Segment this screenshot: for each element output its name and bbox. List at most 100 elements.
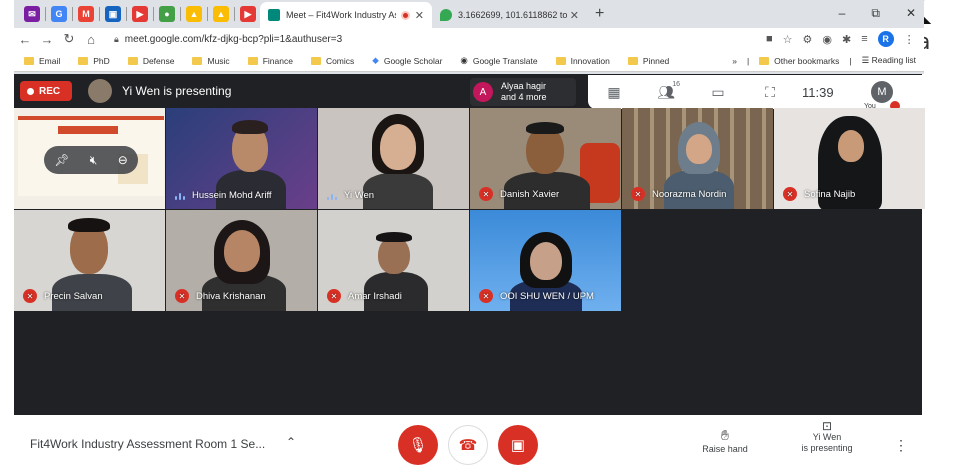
bookmark-defense[interactable]: Defense (127, 55, 175, 66)
mic-off-icon: ✕ (479, 289, 493, 303)
forward-button[interactable]: → (36, 32, 58, 47)
folder-icon (24, 56, 34, 65)
youtube-icon[interactable]: ▶ (132, 6, 148, 22)
meeting-title[interactable]: Fit4Work Industry Assessment Room 1 Se..… (30, 437, 265, 451)
extension-icon[interactable]: ⚙ (803, 33, 813, 46)
recording-dot-icon (27, 87, 34, 95)
participant-tile[interactable]: ✕ Noorazma Nordin (622, 108, 773, 209)
reading-list-label: Reading list (871, 55, 916, 65)
self-tile[interactable]: M You (862, 81, 902, 111)
bookmark-innovation[interactable]: Innovation (555, 56, 610, 66)
extensions-puzzle-icon[interactable]: ✱ (842, 33, 851, 46)
mail-icon[interactable]: ✉ (24, 6, 40, 22)
avatar: M (871, 81, 893, 103)
drive-icon[interactable]: ▲ (213, 6, 229, 22)
minimize-button[interactable]: – (839, 6, 846, 21)
bookmark-comics[interactable]: Comics (310, 56, 354, 66)
mic-off-icon: ✕ (479, 187, 493, 201)
mute-icon[interactable]: 🔇︎ (90, 153, 98, 168)
bookmark-pinned[interactable]: Pinned (627, 56, 669, 66)
reload-button[interactable]: ↻ (58, 31, 80, 47)
close-tab-icon[interactable]: ✕ (415, 9, 424, 22)
meet-stage: REC Yi Wen is presenting A Alyaa hagir a… (14, 74, 925, 415)
presentation-tile[interactable]: 📌︎ 🔇︎ ⊖ (14, 108, 165, 209)
divider: | (849, 55, 852, 66)
divider (45, 7, 46, 21)
google-icon[interactable]: G (51, 6, 67, 22)
activities-icon[interactable]: ⛶ (744, 84, 796, 101)
camera-icon[interactable]: ■ (766, 33, 773, 45)
speaking-icon (175, 192, 185, 200)
divider: | (746, 55, 750, 66)
layout-grid-icon[interactable]: ▦ (588, 84, 640, 101)
participant-tile[interactable]: Yi Wen (318, 108, 469, 209)
other-bookmarks[interactable]: Other bookmarks (759, 56, 839, 66)
bookmark-phd[interactable]: PhD (78, 56, 110, 66)
avatar: A (473, 82, 493, 102)
window-controls: – ⧉ ✕ (839, 6, 916, 21)
participant-tile[interactable]: ✕ OOI SHU WEN / UPM (470, 210, 621, 311)
maps-pin-icon (440, 9, 452, 21)
tab-maps[interactable]: 3.1662699, 101.6118862 to Wism ✕ (432, 2, 587, 28)
profile-avatar[interactable]: R (877, 31, 894, 47)
camera-toggle-button[interactable]: ▣ (498, 425, 538, 465)
people-chip-text: Alyaa hagir and 4 more (501, 81, 547, 103)
participant-tile[interactable]: ✕ Sofina Najib (774, 108, 925, 209)
people-chip[interactable]: A Alyaa hagir and 4 more (470, 78, 576, 106)
people-button[interactable]: 👥︎ 16 (640, 80, 692, 101)
address-bar[interactable]: 🔒︎ meet.google.com/kfz-djkg-bcp?pli=1&au… (106, 29, 746, 49)
bookmark-google-scholar[interactable]: ◆ Google Scholar (372, 55, 442, 66)
bookmark-label: Google Translate (472, 55, 538, 66)
reading-list-button[interactable]: ☰ Reading list (862, 55, 916, 66)
whatsapp-icon[interactable]: ● (159, 6, 175, 22)
participant-tile[interactable]: ✕ Danish Xavier (470, 108, 621, 209)
outlook-icon[interactable]: ▣ (105, 6, 121, 22)
people-chip-line1: Alyaa hagir (501, 81, 547, 91)
bookmark-google-translate[interactable]: ◉ Google Translate (460, 55, 537, 66)
pin-icon[interactable]: 📌︎ (54, 153, 69, 167)
back-button[interactable]: ← (14, 32, 36, 47)
tab-meet[interactable]: Meet – Fit4Work Industry As ✕ (260, 2, 432, 28)
menu-icon[interactable]: ⋮ (904, 33, 915, 46)
divider (72, 7, 73, 21)
remove-icon[interactable]: ⊖ (118, 153, 128, 167)
restore-button[interactable]: ⧉ (871, 6, 880, 21)
close-window-button[interactable]: ✕ (906, 6, 916, 21)
chat-icon[interactable]: ▭ (692, 84, 744, 101)
participant-name-text: Yi Wen (344, 190, 375, 201)
bookmark-finance[interactable]: Finance (247, 56, 293, 66)
chevron-up-icon[interactable]: ⌃ (286, 435, 296, 449)
raise-hand-button[interactable]: ✋︎ Raise hand (700, 427, 750, 454)
present-button[interactable]: ⊡ Yi Wen is presenting (792, 420, 862, 454)
people-chip-line2: and 4 more (501, 92, 547, 102)
participant-tile[interactable]: ✕ Precin Salvan (14, 210, 165, 311)
home-button[interactable]: ⌂ (80, 32, 102, 47)
gmail-icon[interactable]: M (78, 6, 94, 22)
participant-grid: 📌︎ 🔇︎ ⊖ Hussein Mohd Ariff Yi Wen ✕ Danis… (14, 108, 925, 312)
participant-tile[interactable]: ✕ Amar Irshadi (318, 210, 469, 311)
participant-tile[interactable]: ✕ Dhiva Krishanan (166, 210, 317, 311)
presenting-label: Yi Wen is presenting (122, 84, 232, 98)
new-tab-button[interactable]: + (595, 5, 604, 23)
mic-toggle-button[interactable]: 🎙︎ (398, 425, 438, 465)
folder-icon (310, 56, 321, 65)
participant-count: 16 (672, 80, 680, 88)
bookmark-star-icon[interactable]: ☆ (783, 33, 793, 46)
mic-off-icon: ✕ (327, 289, 341, 303)
close-tab-icon[interactable]: ✕ (570, 9, 579, 22)
youtube-icon[interactable]: ▶ (240, 6, 256, 22)
bookmark-label: Defense (142, 55, 175, 66)
drive-icon[interactable]: ▲ (186, 6, 202, 22)
more-options-icon[interactable]: ⋮ (894, 437, 908, 454)
reading-list-icon[interactable]: ≡ (861, 33, 867, 45)
meeting-clock: 11:39 (802, 84, 834, 100)
participant-tile[interactable]: Hussein Mohd Ariff (166, 108, 317, 209)
leave-call-button[interactable]: ☎︎ (448, 425, 488, 465)
bookmark-music[interactable]: Music (192, 56, 230, 66)
recording-badge[interactable]: REC (20, 81, 72, 101)
raise-hand-label: Raise hand (702, 444, 748, 454)
bookmark-email[interactable]: Email (24, 56, 60, 66)
bookmarks-overflow-button[interactable]: » (732, 56, 737, 66)
extension-icon-2[interactable]: ◉ (822, 33, 832, 46)
participant-name-text: Noorazma Nordin (652, 188, 727, 200)
